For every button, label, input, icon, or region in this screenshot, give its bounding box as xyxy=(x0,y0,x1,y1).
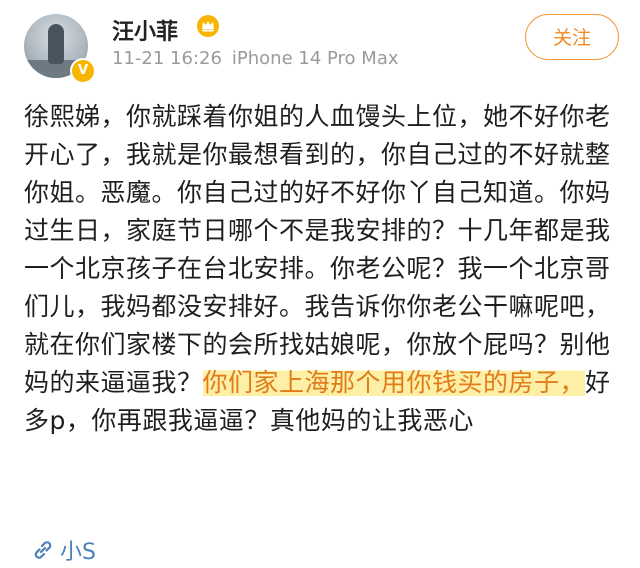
crown-icon[interactable] xyxy=(196,14,220,38)
username[interactable]: 汪小菲 xyxy=(112,14,178,46)
post-header: V 汪小菲 11-21 16:26 iPhone 14 Pro Max 关注 xyxy=(0,0,640,90)
mention-link-label[interactable]: 小S xyxy=(60,534,96,566)
post-time: 11-21 16:26 xyxy=(112,48,222,69)
follow-button[interactable]: 关注 xyxy=(525,14,619,60)
mention-link[interactable]: 小S xyxy=(30,534,96,566)
post-device: iPhone 14 Pro Max xyxy=(231,48,399,69)
link-icon xyxy=(34,541,52,559)
post-text: 徐熙娣，你就踩着你姐的人血馒头上位，她不好你老开心了，我就是你最想看到的，你自己… xyxy=(24,102,611,397)
avatar-figure xyxy=(48,24,64,64)
post-body: 徐熙娣，你就踩着你姐的人血馒头上位，她不好你老开心了，我就是你最想看到的，你自己… xyxy=(24,98,624,440)
verified-badge-icon: V xyxy=(70,58,96,84)
post-meta: 11-21 16:26 iPhone 14 Pro Max xyxy=(112,48,399,69)
post-text-highlighted: 你们家上海那个用你钱买的房子， xyxy=(202,368,586,397)
